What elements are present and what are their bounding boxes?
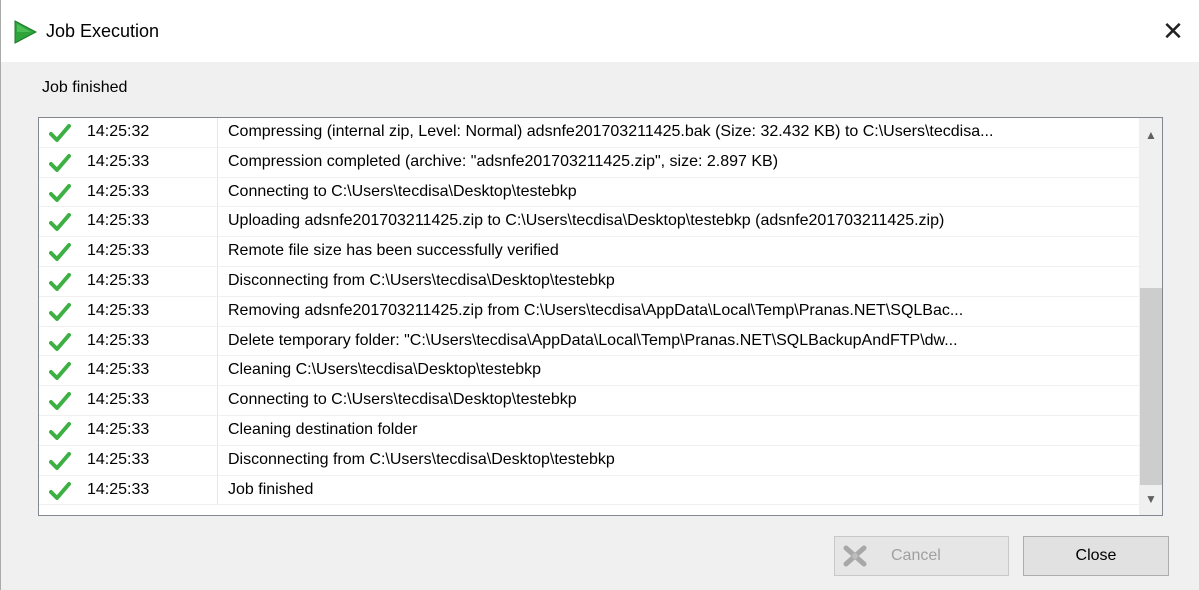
cancel-button-label: Cancel — [891, 547, 941, 564]
log-time: 14:25:33 — [87, 361, 150, 379]
log-time: 14:25:33 — [87, 391, 150, 409]
log-time: 14:25:33 — [87, 331, 150, 349]
scroll-up-icon[interactable]: ▲ — [1139, 124, 1162, 146]
column-separator — [217, 266, 218, 296]
log-time: 14:25:33 — [87, 480, 150, 498]
title-bar: Job Execution ✕ — [1, 0, 1199, 62]
checkmark-icon — [49, 123, 71, 143]
log-row[interactable]: 14:25:32 Compressing (internal zip, Level… — [39, 118, 1139, 148]
column-separator — [217, 386, 218, 415]
column-separator — [217, 445, 218, 475]
column-separator — [217, 177, 218, 207]
log-row[interactable]: 14:25:33 Disconnecting from C:\Users\tecd… — [39, 445, 1139, 476]
close-window-icon[interactable]: ✕ — [1159, 18, 1187, 46]
log-time: 14:25:33 — [87, 301, 150, 319]
column-separator — [217, 147, 218, 177]
log-message: Compressing (internal zip, Level: Normal… — [228, 123, 994, 140]
window-title: Job Execution — [46, 21, 160, 41]
log-time: 14:25:33 — [87, 450, 150, 468]
log-message: Connecting to C:\Users\tecdisa\Desktop\t… — [228, 391, 577, 409]
log-row[interactable]: 14:25:33 Cleaning C:\Users\tecdisa\Deskto… — [39, 356, 1139, 387]
log-row[interactable]: 14:25:33 Cleaning destination folder — [39, 415, 1139, 446]
log-message: Disconnecting from C:\Users\tecdisa\Desk… — [228, 271, 615, 289]
log-rows: 14:25:32 Compressing (internal zip, Level… — [39, 118, 1139, 506]
log-time: 14:25:32 — [87, 123, 150, 140]
column-separator — [217, 356, 218, 386]
checkmark-icon — [49, 451, 71, 471]
checkmark-icon — [49, 421, 71, 441]
log-message: Delete temporary folder: "C:\Users\tecdi… — [228, 331, 958, 349]
column-separator — [217, 326, 218, 356]
log-message: Cleaning destination folder — [228, 420, 418, 438]
play-icon — [13, 20, 38, 44]
log-row[interactable]: 14:25:33 Compression completed (archive: … — [39, 147, 1139, 178]
log-time: 14:25:33 — [87, 271, 150, 289]
log-row[interactable]: 14:25:33 Connecting to C:\Users\tecdisa\D… — [39, 177, 1139, 208]
scroll-down-icon[interactable]: ▼ — [1139, 488, 1162, 510]
log-row[interactable]: 14:25:33 Job finished — [39, 475, 1139, 506]
checkmark-icon — [49, 302, 71, 322]
checkmark-icon — [49, 242, 71, 262]
checkmark-icon — [49, 481, 71, 501]
log-message: Removing adsnfe201703211425.zip from C:\… — [228, 301, 964, 319]
log-row[interactable]: 14:25:33 Remote file size has been succes… — [39, 237, 1139, 267]
log-row[interactable]: 14:25:33 Disconnecting from C:\Users\tecd… — [39, 266, 1139, 297]
log-message: Connecting to C:\Users\tecdisa\Desktop\t… — [228, 182, 577, 200]
column-separator — [217, 118, 218, 147]
cancel-button[interactable]: Cancel — [834, 536, 1009, 576]
log-row[interactable]: 14:25:33 Removing adsnfe201703211425.zip … — [39, 296, 1139, 327]
log-time: 14:25:33 — [87, 152, 150, 170]
log-message: Job finished — [228, 480, 314, 498]
column-separator — [217, 475, 218, 505]
checkmark-icon — [49, 391, 71, 411]
column-separator — [217, 415, 218, 445]
log-message: Cleaning C:\Users\tecdisa\Desktop\testeb… — [228, 361, 542, 379]
log-list[interactable]: 14:25:32 Compressing (internal zip, Level… — [38, 117, 1163, 516]
status-label: Job finished — [42, 79, 128, 96]
log-message: Disconnecting from C:\Users\tecdisa\Desk… — [228, 450, 615, 468]
checkmark-icon — [49, 361, 71, 381]
log-row[interactable]: 14:25:33 Uploading adsnfe201703211425.zip… — [39, 207, 1139, 238]
log-time: 14:25:33 — [87, 182, 150, 200]
cancel-icon — [843, 545, 867, 567]
log-message: Compression completed (archive: "adsnfe2… — [228, 152, 779, 170]
log-time: 14:25:33 — [87, 420, 150, 438]
column-separator — [217, 207, 218, 237]
log-message: Remote file size has been successfully v… — [228, 242, 559, 260]
column-separator — [217, 237, 218, 266]
vertical-scrollbar[interactable]: ▲ ▼ — [1139, 118, 1162, 515]
checkmark-icon — [49, 212, 71, 232]
log-time: 14:25:33 — [87, 212, 150, 230]
job-execution-window: Job Execution ✕ Job finished 14:25:32 Com… — [0, 0, 1199, 590]
log-time: 14:25:33 — [87, 242, 150, 260]
checkmark-icon — [49, 153, 71, 173]
column-separator — [217, 296, 218, 326]
checkmark-icon — [49, 332, 71, 352]
close-button[interactable]: Close — [1023, 536, 1169, 576]
checkmark-icon — [49, 272, 71, 292]
log-message: Uploading adsnfe201703211425.zip to C:\U… — [228, 212, 945, 230]
log-row[interactable]: 14:25:33 Connecting to C:\Users\tecdisa\D… — [39, 386, 1139, 416]
scrollbar-thumb[interactable] — [1140, 288, 1162, 485]
checkmark-icon — [49, 183, 71, 203]
log-row[interactable]: 14:25:33 Delete temporary folder: "C:\Use… — [39, 326, 1139, 357]
